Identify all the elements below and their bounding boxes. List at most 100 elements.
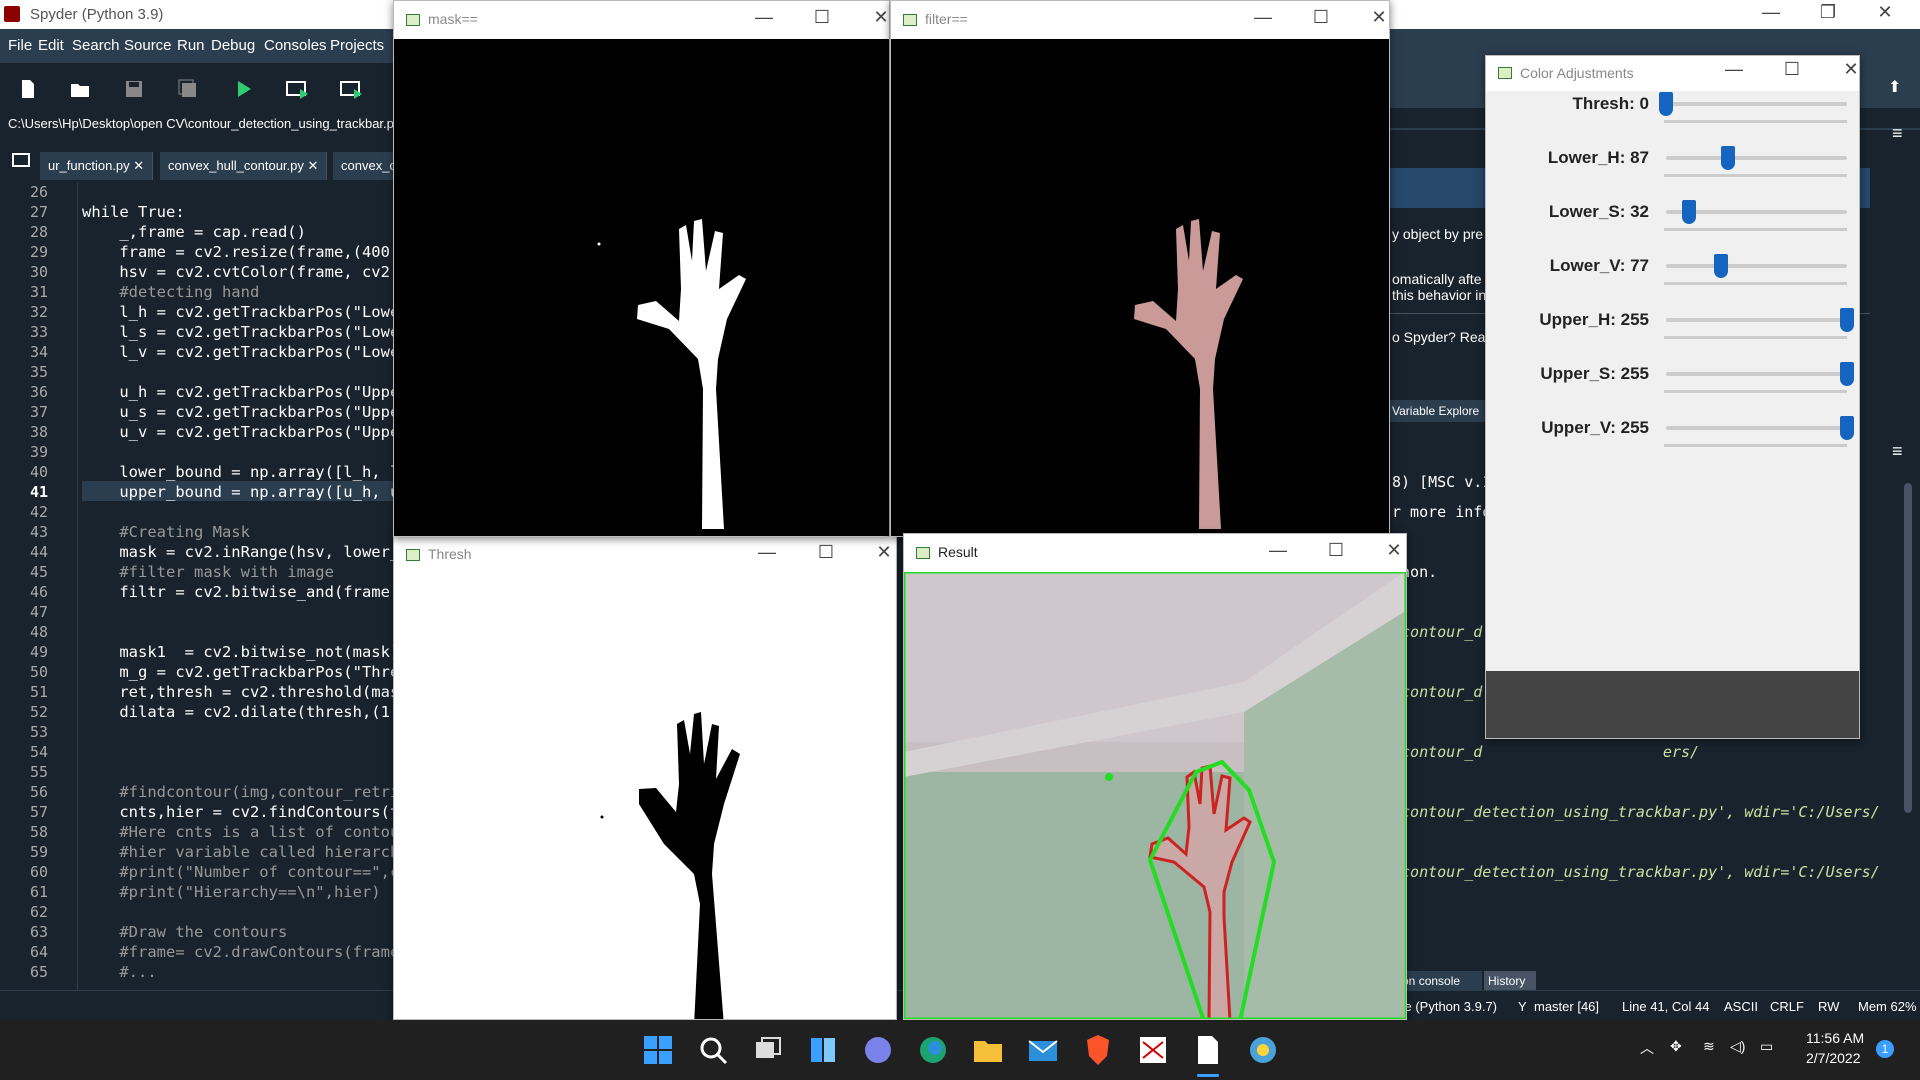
window-icon — [406, 549, 420, 561]
status-git[interactable]: master [46] — [1534, 999, 1599, 1014]
close-tab-icon[interactable]: ✕ — [133, 158, 144, 173]
menu-search[interactable]: Search — [72, 37, 120, 54]
clock-time[interactable]: 11:56 AM — [1806, 1030, 1864, 1046]
mail-icon[interactable] — [1025, 1032, 1061, 1068]
spyder-icon[interactable] — [1135, 1032, 1171, 1068]
console-scrollbar[interactable] — [1904, 483, 1912, 813]
brave-icon[interactable] — [1080, 1032, 1116, 1068]
trackbar-track[interactable] — [1666, 146, 1847, 170]
dropbox-icon[interactable]: ✥ — [1670, 1038, 1682, 1055]
mask-window[interactable]: mask== — ☐ ✕ — [393, 0, 890, 537]
browse-tabs-icon[interactable] — [12, 153, 30, 167]
trackbar-thumb[interactable] — [1659, 92, 1673, 116]
windows-start-icon[interactable] — [640, 1032, 676, 1068]
tab-history[interactable]: History — [1484, 971, 1536, 991]
edge-icon[interactable] — [915, 1032, 951, 1068]
run-cell-advance-icon[interactable] — [340, 79, 364, 99]
run-icon[interactable] — [234, 79, 254, 99]
code-line: mask1 = cv2.bitwise_not(mask) — [82, 643, 395, 661]
code-line: #findcontour(img,contour_retri — [82, 783, 395, 801]
trackbar-thumb[interactable] — [1840, 308, 1854, 332]
notification-badge[interactable]: 1 — [1876, 1040, 1894, 1058]
menu-source[interactable]: Source — [124, 37, 172, 54]
search-icon[interactable] — [695, 1032, 731, 1068]
notepad-icon[interactable] — [1190, 1032, 1226, 1068]
python-icon[interactable] — [1245, 1032, 1281, 1068]
options-menu-icon[interactable]: ≡ — [1892, 123, 1903, 144]
line-number: 29 — [29, 243, 48, 261]
restore-icon[interactable]: ❐ — [1805, 2, 1851, 23]
close-icon[interactable]: ✕ — [1862, 2, 1908, 23]
menu-edit[interactable]: Edit — [38, 37, 64, 54]
trackbar-track[interactable] — [1666, 362, 1854, 386]
menu-file[interactable]: File — [8, 37, 32, 54]
maximize-icon[interactable]: ☐ — [1772, 59, 1812, 80]
titlebar[interactable]: Result — ☐ ✕ — [904, 534, 1406, 572]
menu-projects[interactable]: Projects — [330, 37, 384, 54]
maximize-icon[interactable]: ☐ — [1301, 7, 1341, 28]
code-editor[interactable]: 26 27 28 29 30 31 32 33 34 35 36 37 38 39 40 41 42 43 44 45… — [0, 183, 395, 990]
result-window[interactable]: Result — ☐ ✕ — [903, 533, 1407, 1020]
titlebar[interactable]: mask== — ☐ ✕ — [394, 1, 889, 39]
minimize-icon[interactable]: — — [1748, 2, 1794, 23]
minimize-icon[interactable]: — — [1714, 59, 1754, 80]
color-adjustments-window[interactable]: Color Adjustments — ☐ ✕ Thresh: 0 Lower_H… — [1485, 55, 1860, 739]
save-all-icon[interactable] — [178, 79, 198, 99]
run-cell-icon[interactable] — [286, 79, 310, 99]
tab-function[interactable]: ur_function.py ✕ — [40, 152, 154, 180]
widgets-icon[interactable] — [805, 1032, 841, 1068]
close-icon[interactable]: ✕ — [861, 7, 889, 28]
close-icon[interactable]: ✕ — [1359, 7, 1389, 28]
menu-run[interactable]: Run — [177, 37, 205, 54]
clock-date[interactable]: 2/7/2022 — [1806, 1050, 1861, 1066]
trackbar-track[interactable] — [1666, 416, 1854, 440]
close-icon[interactable]: ✕ — [1374, 540, 1406, 561]
titlebar[interactable]: Thresh — ☐ ✕ — [394, 536, 896, 574]
trackbar-track[interactable] — [1666, 254, 1847, 278]
trackbar-track[interactable] — [1659, 92, 1847, 116]
maximize-icon[interactable]: ☐ — [802, 7, 842, 28]
code-line: #hier variable called hierarchy — [82, 843, 395, 861]
trackbar-thumb[interactable] — [1840, 416, 1854, 440]
maximize-icon[interactable]: ☐ — [1316, 540, 1356, 561]
task-view-icon[interactable] — [750, 1032, 786, 1068]
tab-convex-hull[interactable]: convex_hull_contour.py ✕ — [160, 152, 328, 180]
close-icon[interactable]: ✕ — [864, 542, 896, 563]
save-icon[interactable] — [124, 79, 144, 99]
titlebar[interactable]: filter== — ☐ ✕ — [891, 1, 1389, 39]
status-interpreter[interactable]: se (Python 3.9.7) — [1398, 999, 1497, 1014]
line-number: 60 — [29, 863, 48, 881]
wifi-icon[interactable]: ≋ — [1703, 1038, 1715, 1055]
trackbar-track[interactable] — [1666, 200, 1847, 224]
trackbar-thumb[interactable] — [1681, 200, 1696, 224]
trackbar-track[interactable] — [1666, 308, 1854, 332]
menu-consoles[interactable]: Consoles — [264, 37, 327, 54]
trackbar-thumb[interactable] — [1713, 254, 1728, 278]
trackbar-thumb[interactable] — [1720, 146, 1735, 170]
upload-arrow-icon[interactable]: ⬆ — [1888, 77, 1901, 97]
file-explorer-icon[interactable] — [970, 1032, 1006, 1068]
minimize-icon[interactable]: — — [744, 7, 784, 28]
teams-chat-icon[interactable] — [860, 1032, 896, 1068]
maximize-icon[interactable]: ☐ — [806, 542, 846, 563]
titlebar[interactable]: Color Adjustments — ☐ ✕ — [1486, 56, 1859, 91]
thresh-window[interactable]: Thresh — ☐ ✕ — [393, 535, 897, 1020]
minimize-icon[interactable]: — — [1243, 7, 1283, 28]
new-file-icon[interactable] — [18, 79, 38, 99]
battery-icon[interactable]: ▭ — [1760, 1038, 1773, 1055]
minimize-icon[interactable]: — — [1258, 540, 1298, 561]
trackbar-thumb[interactable] — [1840, 362, 1854, 386]
line-number: 28 — [29, 223, 48, 241]
volume-icon[interactable]: ◁) — [1730, 1038, 1745, 1055]
line-number: 36 — [29, 383, 48, 401]
minimize-icon[interactable]: — — [747, 542, 787, 563]
chevron-up-icon[interactable]: ︿ — [1640, 1038, 1654, 1058]
console-options-icon[interactable]: ≡ — [1892, 441, 1903, 462]
trackbar-row: Upper_H: 255 — [1486, 308, 1859, 364]
filter-window[interactable]: filter== — ☐ ✕ — [890, 0, 1390, 537]
close-tab-icon[interactable]: ✕ — [308, 158, 319, 173]
window-title: filter== — [925, 11, 968, 27]
close-icon[interactable]: ✕ — [1831, 59, 1859, 80]
menu-debug[interactable]: Debug — [211, 37, 255, 54]
open-folder-icon[interactable] — [70, 79, 90, 99]
